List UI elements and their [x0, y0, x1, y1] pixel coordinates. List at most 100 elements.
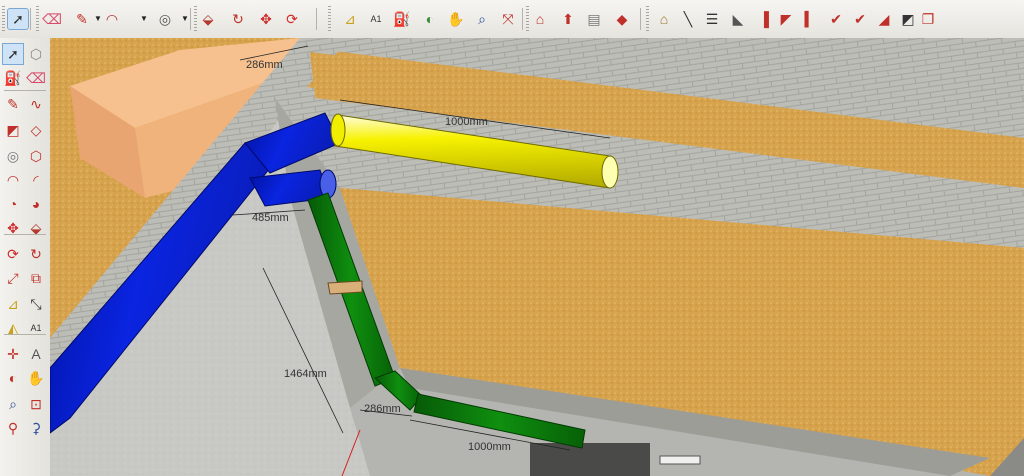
dropdown-arrow-icon[interactable]: ▼ [94, 14, 102, 23]
top-share-model-button[interactable]: ⬆ [558, 9, 578, 29]
rotated-rectangle-icon: ◇ [30, 122, 42, 138]
top-check-alt-button[interactable]: ✔ [850, 9, 870, 29]
top-zoom-extents-tool[interactable]: ⤧ [498, 9, 518, 29]
left-tape-measure-tool[interactable]: ⊿ [3, 294, 23, 314]
top-extension-warehouse-button[interactable]: ◆ [612, 9, 632, 29]
warehouse-icon: ⌂ [535, 11, 545, 27]
magnifier-icon: ⌕ [9, 396, 17, 412]
dark-wall-icon: ◩ [901, 11, 915, 27]
window-icon: ❐ [921, 11, 935, 27]
dropdown-arrow-icon[interactable]: ▼ [140, 14, 148, 23]
top-slope-button[interactable]: ◢ [874, 9, 894, 29]
top-paint-bucket-tool[interactable]: ⛽ [392, 9, 412, 29]
top-orbit-tool[interactable]: ◐ [420, 9, 440, 29]
left-arc-tool[interactable]: ◠ [3, 170, 23, 190]
left-polygon-tool[interactable]: ⬡ [26, 146, 46, 166]
left-pie-tool[interactable]: ◕ [26, 194, 46, 214]
toolbar-grip[interactable] [328, 6, 331, 32]
left-walk-tool[interactable]: ⚳ [26, 418, 46, 438]
top-tape-measure-tool[interactable]: ⊿ [340, 9, 360, 29]
top-eraser-tool[interactable]: ⌫ [42, 9, 62, 29]
toolbar-grip[interactable] [2, 6, 5, 32]
top-push-pull-tool[interactable]: ⬙ [198, 9, 218, 29]
left-pan-tool[interactable]: ✋ [26, 368, 46, 388]
top-dark-wall-button[interactable]: ◩ [898, 9, 918, 29]
left-two-point-arc-tool[interactable]: ◜ [26, 170, 46, 190]
toolbar-grip[interactable] [526, 6, 529, 32]
left-follow-me-tool[interactable]: ↻ [26, 244, 46, 264]
left-zoom-tool[interactable]: ⌕ [3, 394, 23, 414]
move-icon: ✥ [260, 11, 272, 27]
pie-icon: ◕ [31, 196, 41, 212]
left-push-pull-tool[interactable]: ⬙ [26, 218, 46, 238]
top-check-button[interactable]: ✔ [826, 9, 846, 29]
top-rotate-tool[interactable]: ⟳ [282, 9, 302, 29]
top-pan-tool[interactable]: ✋ [446, 9, 466, 29]
top-arc-tool[interactable]: ◠ [102, 9, 122, 29]
top-line-style-button[interactable]: ╲ [678, 9, 698, 29]
pencil-icon: ✎ [7, 96, 19, 112]
top-follow-me-tool[interactable]: ↻ [228, 9, 248, 29]
left-select-tool[interactable]: ➚ [2, 43, 24, 65]
top-line-tool[interactable]: ✎ [72, 9, 92, 29]
left-scale-tool[interactable]: ⤢ [3, 268, 23, 288]
orbit-icon: ◐ [425, 11, 435, 27]
top-list-button[interactable]: ☰ [702, 9, 722, 29]
hand-icon: ✋ [447, 11, 465, 27]
dropdown-arrow-icon[interactable]: ▼ [181, 14, 189, 23]
top-move-tool[interactable]: ✥ [256, 9, 276, 29]
left-line-tool[interactable]: ✎ [3, 94, 23, 114]
camera-icon: ⚲ [7, 420, 19, 436]
top-angled-wall-button[interactable]: ◤ [776, 9, 796, 29]
toolbar-separator [640, 8, 641, 30]
dimension-icon: ⤡ [30, 296, 42, 312]
left-rectangle-tool[interactable]: ◩ [3, 120, 23, 140]
3d-text-icon: A [31, 346, 41, 362]
paint-bucket-icon: ⛽ [4, 70, 22, 86]
left-position-camera-tool[interactable]: ⚲ [3, 418, 23, 438]
top-components-button[interactable]: ▤ [584, 9, 604, 29]
top-iso-view-button[interactable]: ⌂ [654, 9, 674, 29]
left-circle-tool[interactable]: ◎ [3, 146, 23, 166]
left-freehand-tool[interactable]: ∿ [26, 94, 46, 114]
left-protractor-tool[interactable]: ◭ [3, 318, 23, 338]
top-zoom-tool[interactable]: ⌕ [472, 9, 492, 29]
top-text-tool[interactable]: A1 [366, 9, 386, 29]
left-3d-text-tool[interactable]: A [26, 344, 46, 364]
top-warehouse-button[interactable]: ⌂ [530, 9, 550, 29]
left-eraser-tool[interactable]: ⌫ [26, 68, 46, 88]
left-text-tool[interactable]: A1 [26, 318, 46, 338]
left-rotated-rect-tool[interactable]: ◇ [26, 120, 46, 140]
left-zoom-window-tool[interactable]: ⊡ [26, 394, 46, 414]
left-paint-bucket-tool[interactable]: ⛽ [3, 68, 23, 88]
left-component-tool[interactable]: ⬡ [26, 44, 46, 64]
top-double-wall-button[interactable]: ▍ [800, 9, 820, 29]
dim-top-width: 286mm [246, 59, 283, 71]
left-move-tool[interactable]: ✥ [3, 218, 23, 238]
top-window-button[interactable]: ❐ [918, 9, 938, 29]
left-dimension-tool[interactable]: ⤡ [26, 294, 46, 314]
text-icon: A1 [370, 13, 382, 24]
left-offset-tool[interactable]: ⧉ [26, 268, 46, 288]
wall-icon: ▐ [759, 11, 769, 27]
left-three-point-arc-tool[interactable]: ◔ [3, 194, 23, 214]
top-circle-tool[interactable]: ◎ [155, 9, 175, 29]
left-orbit-tool[interactable]: ◐ [3, 368, 23, 388]
toolbar-grip[interactable] [646, 6, 649, 32]
left-rotate-tool[interactable]: ⟳ [3, 244, 23, 264]
top-red-wall-button[interactable]: ▐ [754, 9, 774, 29]
model-viewport[interactable]: 286mm 1000mm 485mm 1464mm 286mm 1000mm [50, 38, 1024, 476]
zoom-extents-icon: ⤧ [502, 11, 514, 27]
rectangle-icon: ◩ [6, 122, 20, 138]
follow-me-icon: ↻ [232, 11, 244, 27]
list-icon: ☰ [705, 11, 719, 27]
checkmark-icon: ✔ [830, 11, 842, 27]
dim-bottom-width: 286mm [364, 403, 401, 415]
toolbar-grip[interactable] [36, 6, 39, 32]
top-fold-button[interactable]: ◣ [728, 9, 748, 29]
left-axes-tool[interactable]: ✛ [3, 344, 23, 364]
top-select-tool[interactable]: ➚ [7, 8, 29, 30]
angled-wall-icon: ◤ [780, 11, 792, 27]
toolbar-separator [190, 8, 191, 30]
toolbar-grip[interactable] [194, 6, 197, 32]
